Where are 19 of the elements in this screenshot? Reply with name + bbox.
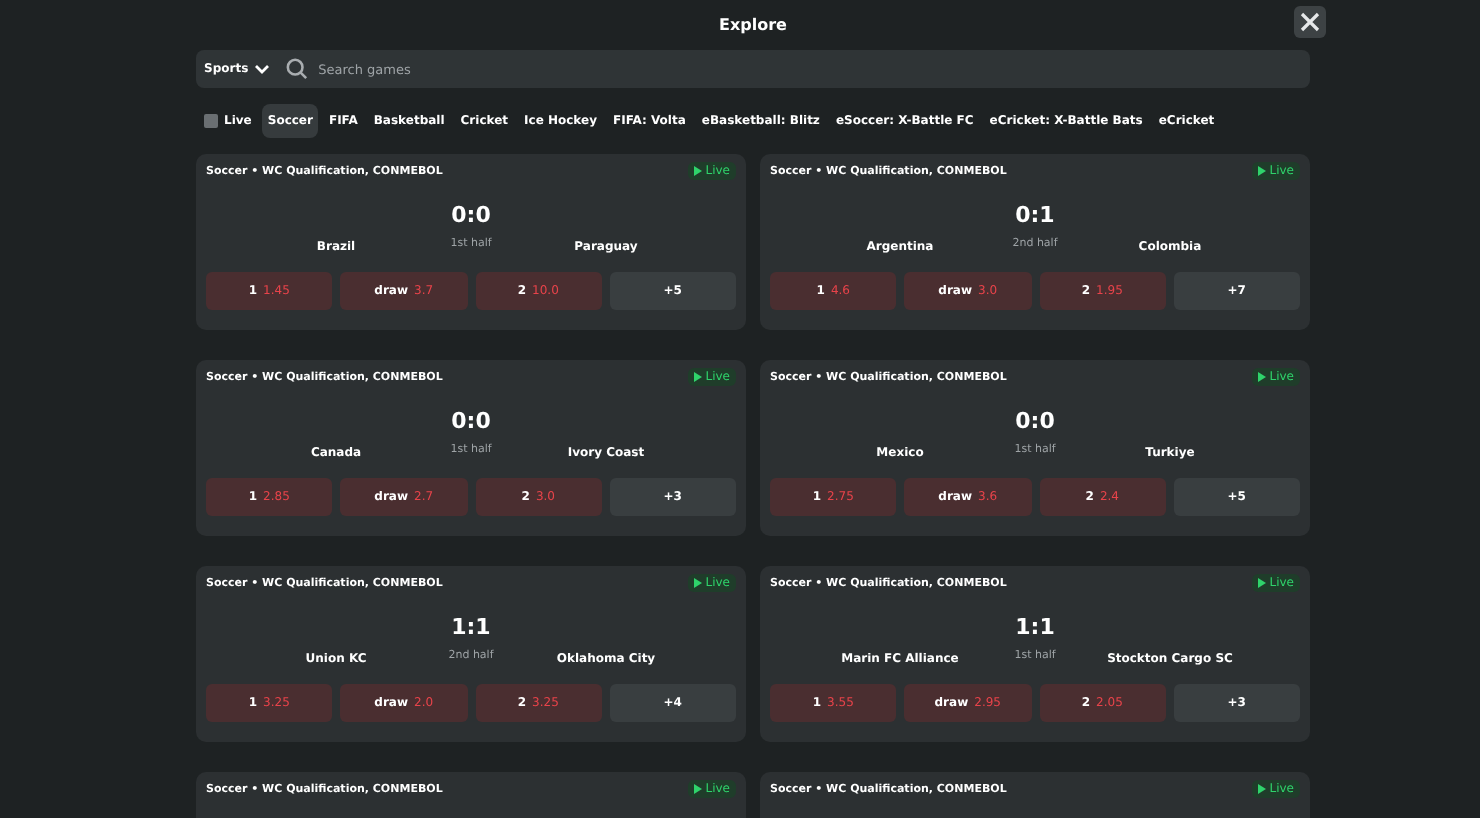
caret-icon (254, 63, 271, 75)
play-icon (1257, 372, 1266, 382)
close-button[interactable] (1294, 6, 1326, 38)
score: 0:0 (451, 408, 491, 434)
play-icon (1257, 578, 1266, 588)
modal-title: Explore (719, 15, 787, 33)
play-icon (693, 372, 702, 382)
score: 0:0 (1015, 408, 1055, 434)
score: 1:1 (451, 614, 491, 640)
score: 0:0 (451, 202, 491, 228)
score: 0:1 (1015, 202, 1055, 228)
score: 1:1 (1015, 614, 1055, 640)
play-icon (693, 578, 702, 588)
play-icon (1257, 784, 1266, 794)
close-icon (1300, 12, 1320, 32)
live-checkbox[interactable] (204, 114, 218, 128)
play-icon (693, 166, 702, 176)
play-icon (1257, 166, 1266, 176)
play-icon (693, 784, 702, 794)
